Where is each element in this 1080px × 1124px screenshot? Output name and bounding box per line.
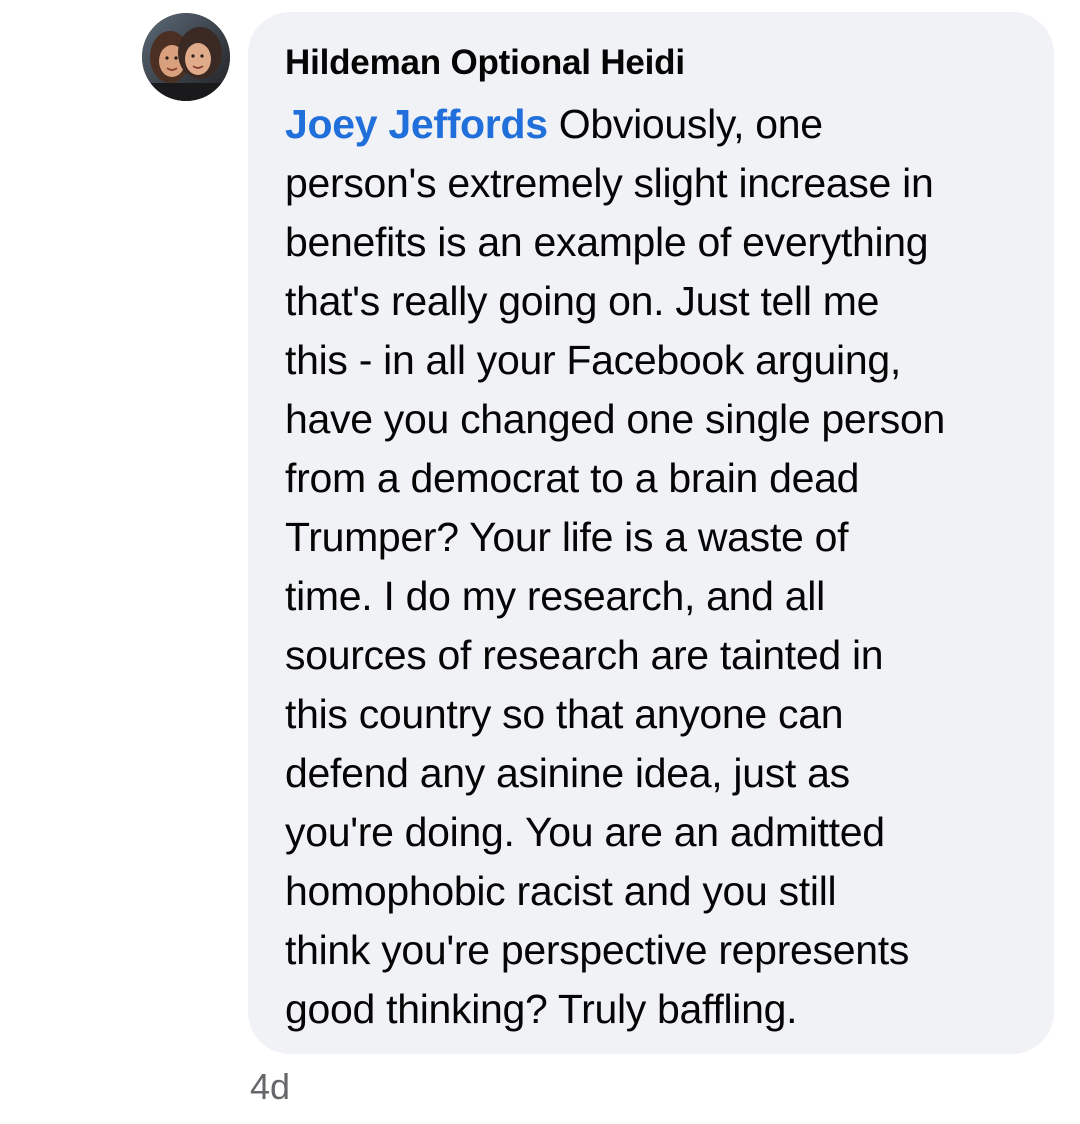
comment-line: this - in all your Facebook arguing, (285, 337, 901, 383)
comment-bubble: Hildeman Optional Heidi Joey Jeffords Ob… (248, 12, 1054, 1054)
comment-timestamp[interactable]: 4d (250, 1066, 290, 1108)
comment-line: time. I do my research, and all (285, 573, 825, 619)
comment-line: Trumper? Your life is a waste of (285, 514, 849, 560)
avatar[interactable] (142, 13, 230, 101)
comment-line: person's extremely slight increase in (285, 160, 934, 206)
comment-author-name[interactable]: Hildeman Optional Heidi (285, 42, 1018, 84)
comment-line: sources of research are tainted in (285, 632, 884, 678)
comment-line: homophobic racist and you still (285, 868, 837, 914)
comment-text: Joey Jeffords Obviously, one person's ex… (285, 95, 1018, 1039)
comment-line: think you're perspective represents (285, 927, 910, 973)
comment-line: benefits is an example of everything (285, 219, 929, 265)
comment-line: this country so that anyone can (285, 691, 844, 737)
comment-line: good thinking? Truly baffling. (285, 986, 798, 1032)
profile-photo-icon (142, 13, 230, 101)
comment-line: defend any asinine idea, just as (285, 750, 850, 796)
comment-line: that's really going on. Just tell me (285, 278, 880, 324)
comment-line: from a democrat to a brain dead (285, 455, 860, 501)
comment-line: have you changed one single person (285, 396, 945, 442)
comment-line: Joey Jeffords Obviously, one (285, 95, 1018, 154)
mention-link[interactable]: Joey Jeffords (285, 101, 548, 147)
comment-line: you're doing. You are an admitted (285, 809, 885, 855)
comment-line-text: Obviously, one (547, 101, 823, 147)
